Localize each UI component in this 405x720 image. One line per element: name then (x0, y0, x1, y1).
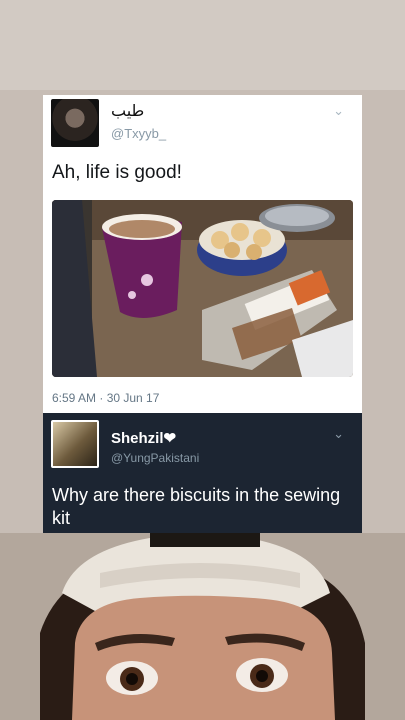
chevron-down-icon[interactable]: ⌄ (333, 103, 344, 119)
user-handle[interactable]: @YungPakistani (111, 451, 199, 465)
reply-tweet-card[interactable]: Shehzil❤ @YungPakistani ⌄ Why are there … (43, 413, 362, 533)
display-name[interactable]: طيب (111, 101, 144, 120)
tweet-card[interactable]: طيب @Txyyb_ ⌄ Ah, life is good! 6:59 AM … (43, 95, 362, 413)
biscuits-and-tea-image (52, 200, 353, 377)
avatar[interactable] (51, 420, 99, 468)
person-face-image (0, 533, 405, 720)
tweet-text: Why are there biscuits in the sewing kit (52, 485, 341, 528)
tweet-text: Ah, life is good! (52, 162, 182, 183)
tweet-photo[interactable] (52, 200, 353, 377)
display-name[interactable]: Shehzil❤ (111, 429, 176, 447)
chevron-down-icon[interactable]: ⌄ (333, 426, 344, 442)
user-handle[interactable]: @Txyyb_ (111, 126, 166, 141)
avatar[interactable] (51, 99, 99, 147)
tweet-timestamp[interactable]: 6:59 AM · 30 Jun 17 (52, 391, 159, 405)
